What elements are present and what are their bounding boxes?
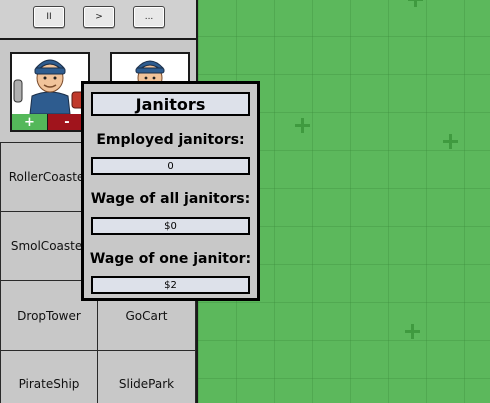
ride-label: SlidePark [118,377,175,391]
grass-sprout-icon [295,118,310,133]
janitor-card[interactable]: + - [10,52,90,132]
hire-janitor-button[interactable]: + [12,114,48,130]
wage-all-janitors-value: $0 [91,217,250,235]
janitors-popup: Janitors Employed janitors: 0 Wage of al… [81,81,260,301]
wage-one-janitor-label: Wage of one janitor: [89,251,252,267]
ride-label: PirateShip [18,377,80,391]
ride-label: SmolCoaster [10,239,88,253]
ride-label: RollerCoaster [8,170,90,184]
pause-button[interactable]: II [33,6,65,28]
ride-label: GoCart [125,308,168,323]
wage-all-janitors-label: Wage of all janitors: [90,191,251,207]
employed-janitors-label: Employed janitors: [96,132,245,148]
game-screen: II > ... + - RollerCoaster SmolCoaster D… [0,0,490,403]
more-button[interactable]: ... [133,6,165,28]
play-button[interactable]: > [83,6,115,28]
grass-sprout-icon [408,0,423,7]
ride-pirateship[interactable]: PirateShip [0,350,98,403]
wage-one-janitor-value: $2 [91,276,250,294]
grass-sprout-icon [405,324,420,339]
ride-label: DropTower [17,308,81,323]
popup-title: Janitors [91,92,250,116]
grass-sprout-icon [443,134,458,149]
game-toolbar: II > ... [0,0,196,40]
ride-slidepark[interactable]: SlidePark [97,350,196,403]
janitor-avatar-icon [13,59,85,114]
employed-janitors-value: 0 [91,157,250,175]
